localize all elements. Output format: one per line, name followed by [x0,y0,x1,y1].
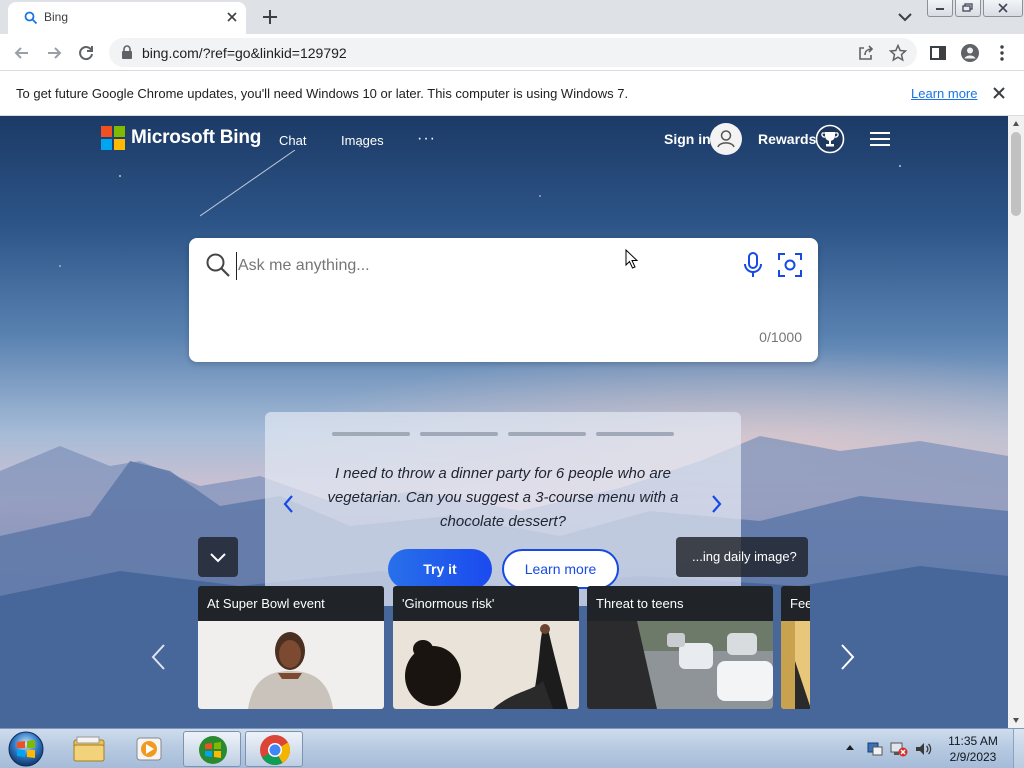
tab-close-icon[interactable] [224,9,240,25]
window-controls [927,0,1023,18]
tab-title: Bing [44,10,69,24]
clock-time[interactable]: 11:35 AM [936,734,1010,748]
bing-search-favicon-icon [24,11,38,25]
news-card-image [393,621,579,709]
news-card-title: Threat to teens [596,596,684,611]
forward-arrow-icon[interactable] [44,43,64,63]
news-card[interactable]: At Super Bowl event [198,586,384,709]
explorer-icon [73,736,105,762]
side-panel-icon[interactable] [928,43,948,63]
news-card[interactable]: Threat to teens [587,586,773,709]
chrome-icon [260,735,291,766]
page-scrollbar[interactable] [1008,116,1024,728]
prompt-previous-chevron-icon[interactable] [281,493,297,515]
mouse-pointer-icon [625,249,639,269]
news-card-title: Fee [790,596,810,611]
page-viewport: Microsoft Bing Chat Images ··· Sign in R… [0,116,1024,728]
tab-bing[interactable]: Bing [8,2,246,34]
chat-glow-line [200,150,296,217]
show-desktop-button[interactable] [1013,729,1024,768]
close-window-icon [998,3,1008,13]
news-card-image [781,621,810,709]
browser-toolbar: bing.com/?ref=go&linkid=129792 [0,34,1024,71]
profile-avatar-icon[interactable] [960,43,980,63]
news-card[interactable]: Fee [781,586,810,709]
nav-chat-link[interactable]: Chat [279,133,306,148]
carousel-dot-1[interactable] [332,432,410,436]
news-cards-carousel: At Super Bowl event 'Ginormous risk' Thr… [198,586,810,710]
news-card-image [587,621,773,709]
carousel-dot-2[interactable] [420,432,498,436]
carousel-dot-3[interactable] [508,432,586,436]
close-window-button[interactable] [983,0,1023,17]
nav-images-link[interactable]: Images [341,133,384,148]
taskbar-media-player[interactable] [120,731,178,767]
try-it-button[interactable]: Try it [388,549,492,589]
news-card-title: 'Ginormous risk' [402,596,495,611]
feed-previous-chevron-icon[interactable] [150,643,168,671]
prompt-next-chevron-icon[interactable] [708,493,724,515]
tab-strip: Bing [0,0,1024,34]
news-card-title: At Super Bowl event [207,596,325,611]
feed-next-chevron-icon[interactable] [838,643,856,671]
rewards-link[interactable]: Rewards [758,131,816,147]
collapse-feed-button[interactable] [198,537,238,577]
media-player-icon [136,737,162,761]
daily-image-label: ...ing daily image? [692,549,797,564]
hamburger-menu-icon[interactable] [869,130,891,148]
daily-image-info-button[interactable]: ...ing daily image? [676,537,808,577]
carousel-dot-4[interactable] [596,432,674,436]
search-box: 0/1000 [189,238,818,362]
network-error-icon[interactable] [890,740,908,758]
windows-media-icon [199,736,227,764]
infobar-message: To get future Google Chrome updates, you… [16,86,629,101]
news-card[interactable]: 'Ginormous risk' [393,586,579,709]
scroll-up-arrow-icon[interactable] [1012,120,1020,128]
lock-icon[interactable] [121,45,133,59]
visual-search-camera-icon[interactable] [776,251,804,279]
bing-brand-name[interactable]: Microsoft Bing [131,127,261,149]
user-silhouette-icon [717,130,735,148]
infobar-close-icon[interactable] [991,85,1007,101]
minimize-icon [936,8,944,10]
address-bar[interactable]: bing.com/?ref=go&linkid=129792 [109,38,917,67]
search-input[interactable] [236,252,726,280]
share-icon[interactable] [857,44,875,62]
windows-taskbar: 11:35 AM 2/9/2023 [0,728,1024,768]
restore-icon [962,3,973,12]
scroll-down-arrow-icon[interactable] [1012,716,1020,724]
minimize-button[interactable] [927,0,953,17]
microphone-icon[interactable] [741,251,765,279]
taskbar-windows-media[interactable] [183,731,241,767]
clock-date[interactable]: 2/9/2023 [936,750,1010,764]
user-avatar[interactable] [710,123,742,155]
rewards-trophy-icon[interactable] [815,124,845,154]
bookmark-star-icon[interactable] [889,44,907,62]
prompt-text: I need to throw a dinner party for 6 peo… [327,465,679,530]
show-hidden-icons-arrow-icon[interactable] [845,743,855,753]
windows-start-orb-icon[interactable] [7,730,45,768]
action-center-flag-icon[interactable] [866,740,884,758]
taskbar-chrome[interactable] [245,731,303,767]
chevron-down-icon [210,553,226,563]
volume-speaker-icon[interactable] [914,740,932,758]
learn-more-button[interactable]: Learn more [502,549,619,589]
new-tab-plus-icon[interactable] [260,7,280,27]
url-text: bing.com/?ref=go&linkid=129792 [142,45,347,61]
character-count: 0/1000 [759,329,802,345]
taskbar-explorer[interactable] [60,731,118,767]
restore-button[interactable] [955,0,981,17]
back-arrow-icon[interactable] [12,43,32,63]
microsoft-logo-icon[interactable] [101,126,125,150]
infobar-learn-more-link[interactable]: Learn more [911,86,977,101]
nav-more-ellipsis[interactable]: ··· [417,130,436,148]
scrollbar-thumb[interactable] [1011,132,1021,216]
chrome-menu-kebab-icon[interactable] [992,43,1012,63]
sign-in-link[interactable]: Sign in [664,131,711,147]
search-icon[interactable] [205,252,231,278]
news-card-image [198,621,384,709]
reload-icon[interactable] [76,43,96,63]
update-infobar: To get future Google Chrome updates, you… [0,71,1024,116]
tab-search-chevron-down-icon[interactable] [896,9,914,25]
